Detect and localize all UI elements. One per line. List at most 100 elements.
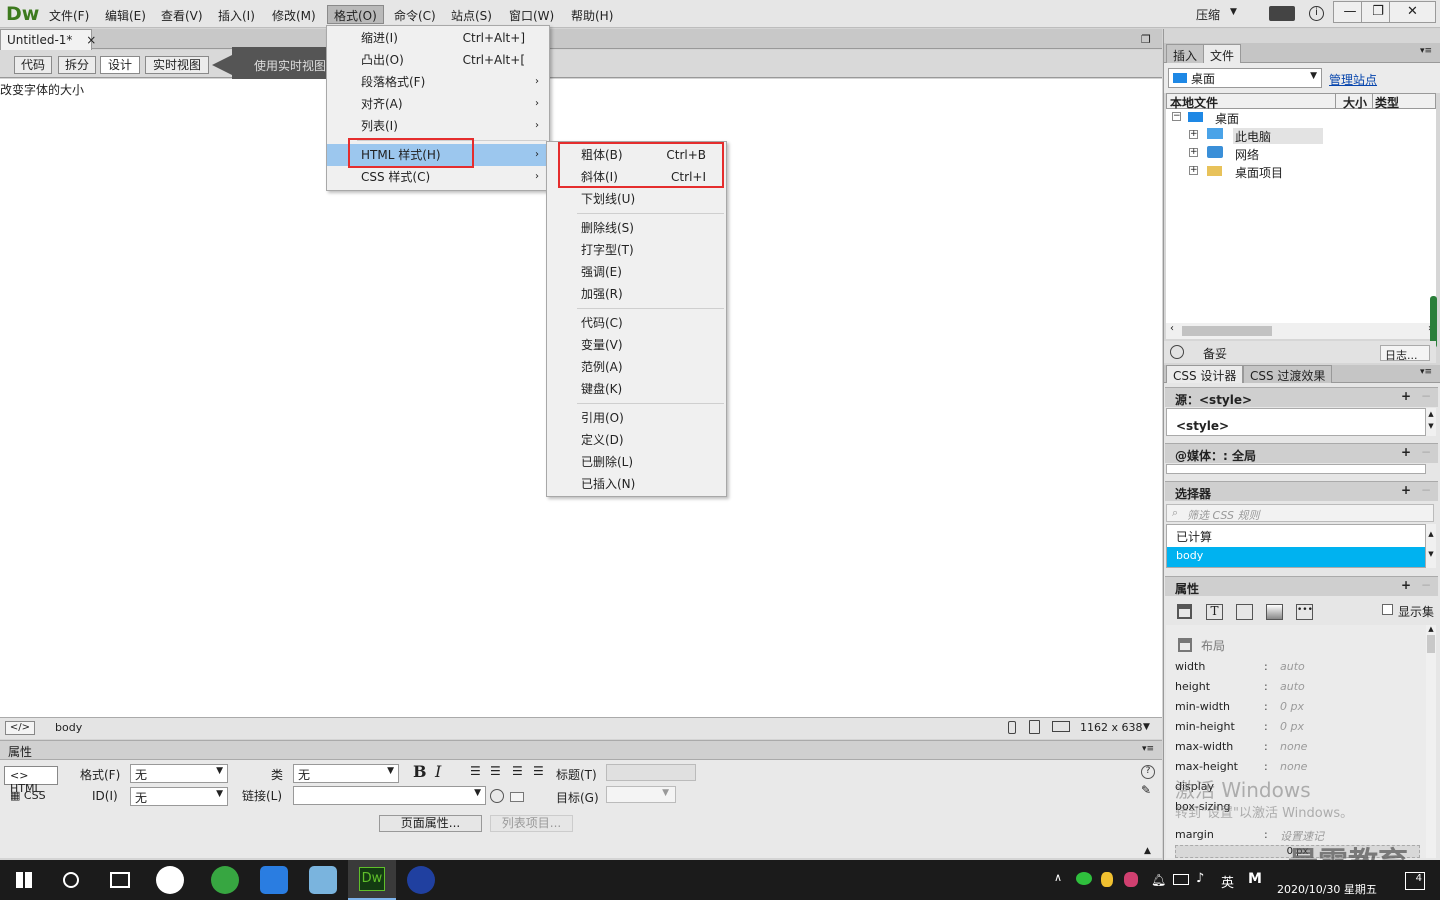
tree-item-desktop-items[interactable]: 桌面项目 bbox=[1235, 164, 1283, 181]
design-view-button[interactable]: 设计 bbox=[100, 56, 140, 74]
canvas-text[interactable]: 改变字体的大小 bbox=[0, 79, 1162, 98]
selector-computed[interactable]: 已计算 bbox=[1176, 528, 1212, 545]
indent-icon[interactable]: ☰ bbox=[533, 764, 544, 778]
files-hscrollbar[interactable]: ‹ › bbox=[1166, 323, 1436, 339]
expand-node-icon[interactable]: + bbox=[1189, 130, 1198, 139]
menu-item-keyboard[interactable]: 键盘(K) bbox=[547, 378, 726, 400]
menu-item-emphasis[interactable]: 强调(E) bbox=[547, 261, 726, 283]
prop-min-width-value[interactable]: 0 px bbox=[1280, 700, 1304, 713]
edit-rule-icon[interactable]: ✎ bbox=[1141, 783, 1151, 797]
qq-icon-2[interactable] bbox=[1124, 872, 1138, 887]
mobile-size-icon[interactable] bbox=[1008, 721, 1016, 734]
menu-item-align[interactable]: 对齐(A) › bbox=[327, 93, 549, 115]
qq-icon[interactable] bbox=[1101, 872, 1113, 887]
menu-item-code[interactable]: 代码(C) bbox=[547, 312, 726, 334]
remove-selector-icon[interactable]: − bbox=[1421, 483, 1431, 497]
ime-indicator[interactable]: 英 bbox=[1221, 872, 1234, 891]
show-set-checkbox[interactable] bbox=[1382, 604, 1393, 615]
split-view-button[interactable]: 拆分 bbox=[58, 56, 96, 74]
remove-media-icon[interactable]: − bbox=[1421, 445, 1431, 459]
outdent-icon[interactable]: ☰ bbox=[512, 764, 523, 778]
target-select[interactable]: ▼ bbox=[606, 786, 676, 803]
add-property-icon[interactable]: + bbox=[1401, 578, 1411, 592]
browse-folder-icon[interactable] bbox=[510, 792, 524, 802]
menu-insert[interactable]: 插入(I) bbox=[218, 7, 255, 24]
properties-scrollbar[interactable]: ▲ bbox=[1426, 625, 1436, 858]
prop-min-height-value[interactable]: 0 px bbox=[1280, 720, 1304, 733]
remove-property-icon[interactable]: − bbox=[1421, 578, 1431, 592]
panel-menu-icon[interactable]: ▾≡ bbox=[1420, 367, 1432, 377]
app-icon-2[interactable] bbox=[407, 866, 435, 894]
tablet-size-icon[interactable] bbox=[1029, 720, 1040, 734]
menu-commands[interactable]: 命令(C) bbox=[394, 7, 436, 24]
collapse-node-icon[interactable]: − bbox=[1172, 112, 1181, 121]
app-icon-1[interactable] bbox=[156, 866, 184, 894]
menu-item-citation[interactable]: 引用(O) bbox=[547, 407, 726, 429]
live-view-button[interactable]: 实时视图 bbox=[145, 56, 209, 74]
expand-node-icon[interactable]: + bbox=[1189, 148, 1198, 157]
menu-view[interactable]: 查看(V) bbox=[161, 7, 203, 24]
format-select[interactable]: 无 ▼ bbox=[130, 764, 228, 783]
page-properties-button[interactable]: 页面属性... bbox=[379, 815, 482, 832]
menu-item-strong[interactable]: 加强(R) bbox=[547, 283, 726, 305]
prop-width-value[interactable]: auto bbox=[1280, 660, 1305, 673]
chevron-down-icon[interactable]: ▼ bbox=[1143, 722, 1150, 732]
document-tab[interactable]: Untitled-1* × bbox=[0, 29, 96, 50]
notes-icon[interactable] bbox=[309, 866, 337, 894]
wechat-icon[interactable] bbox=[1076, 872, 1092, 885]
selector-body[interactable]: body bbox=[1167, 547, 1425, 567]
menu-item-paragraph-format[interactable]: 段落格式(F) › bbox=[327, 71, 549, 93]
close-button[interactable]: ✕ bbox=[1389, 1, 1436, 23]
action-center-icon[interactable]: 4 bbox=[1405, 872, 1425, 890]
class-select[interactable]: 无 ▼ bbox=[293, 764, 399, 783]
menu-item-outdent[interactable]: 凸出(O) Ctrl+Alt+[ bbox=[327, 49, 549, 71]
title-input[interactable] bbox=[606, 764, 696, 781]
tab-css-transitions[interactable]: CSS 过渡效果 bbox=[1243, 365, 1333, 383]
collapse-icon[interactable]: ▲ bbox=[1144, 846, 1151, 856]
menu-window[interactable]: 窗口(W) bbox=[509, 7, 554, 24]
source-item-style[interactable]: <style> bbox=[1176, 419, 1229, 433]
panel-menu-icon[interactable]: ▾≡ bbox=[1420, 46, 1432, 56]
menu-item-strikethrough[interactable]: 删除线(S) bbox=[547, 217, 726, 239]
tree-item-this-pc[interactable]: 此电脑 bbox=[1235, 128, 1271, 145]
add-media-icon[interactable]: + bbox=[1401, 445, 1411, 459]
clock-date[interactable]: 2020/10/30 星期五 bbox=[1277, 881, 1377, 897]
volume-icon[interactable]: ♪ bbox=[1196, 871, 1204, 886]
code-tag-icon[interactable]: </> bbox=[5, 721, 35, 735]
browser-icon[interactable] bbox=[211, 866, 239, 894]
ime-mode-icon[interactable]: M bbox=[1248, 871, 1262, 887]
point-to-file-icon[interactable] bbox=[490, 789, 504, 803]
chevron-down-icon[interactable]: ▼ bbox=[1230, 7, 1237, 17]
menu-modify[interactable]: 修改(M) bbox=[272, 7, 316, 24]
selectors-scrollbar[interactable]: ▲ ▼ bbox=[1426, 524, 1436, 568]
bold-button[interactable]: B bbox=[413, 762, 427, 781]
unordered-list-icon[interactable]: ☰ bbox=[470, 764, 481, 778]
log-button[interactable]: 日志... bbox=[1380, 345, 1430, 362]
tree-item-desktop[interactable]: 桌面 bbox=[1215, 110, 1239, 127]
more-category-icon[interactable]: ••• bbox=[1296, 604, 1313, 620]
network-tray-icon[interactable] bbox=[1173, 874, 1189, 885]
menu-item-deleted[interactable]: 已删除(L) bbox=[547, 451, 726, 473]
layout-category-icon[interactable] bbox=[1177, 604, 1192, 619]
filter-css-rules[interactable]: ⌕ 筛选 CSS 规则 bbox=[1166, 504, 1434, 522]
menu-help[interactable]: 帮助(H) bbox=[571, 7, 613, 24]
menu-file[interactable]: 文件(F) bbox=[49, 7, 89, 24]
menu-item-teletype[interactable]: 打字型(T) bbox=[547, 239, 726, 261]
italic-button[interactable]: I bbox=[435, 762, 441, 781]
ordered-list-icon[interactable]: ☰ bbox=[490, 764, 501, 778]
menu-item-variable[interactable]: 变量(V) bbox=[547, 334, 726, 356]
sync-settings-icon[interactable] bbox=[1269, 6, 1295, 21]
prop-max-width-value[interactable]: none bbox=[1280, 740, 1307, 753]
task-view-icon[interactable] bbox=[110, 872, 130, 888]
menu-item-definition[interactable]: 定义(D) bbox=[547, 429, 726, 451]
menu-item-css-styles[interactable]: CSS 样式(C) › bbox=[327, 166, 549, 188]
menu-item-underline[interactable]: 下划线(U) bbox=[547, 188, 726, 210]
dreamweaver-task[interactable]: Dw bbox=[348, 860, 396, 900]
restore-doc-icon[interactable]: ❐ bbox=[1141, 33, 1151, 46]
expand-node-icon[interactable]: + bbox=[1189, 166, 1198, 175]
desktop-size-icon[interactable] bbox=[1052, 721, 1070, 732]
background-category-icon[interactable] bbox=[1266, 604, 1283, 620]
add-source-icon[interactable]: + bbox=[1401, 389, 1411, 403]
tray-expand-icon[interactable]: ∧ bbox=[1054, 871, 1062, 884]
menu-item-inserted[interactable]: 已插入(N) bbox=[547, 473, 726, 495]
